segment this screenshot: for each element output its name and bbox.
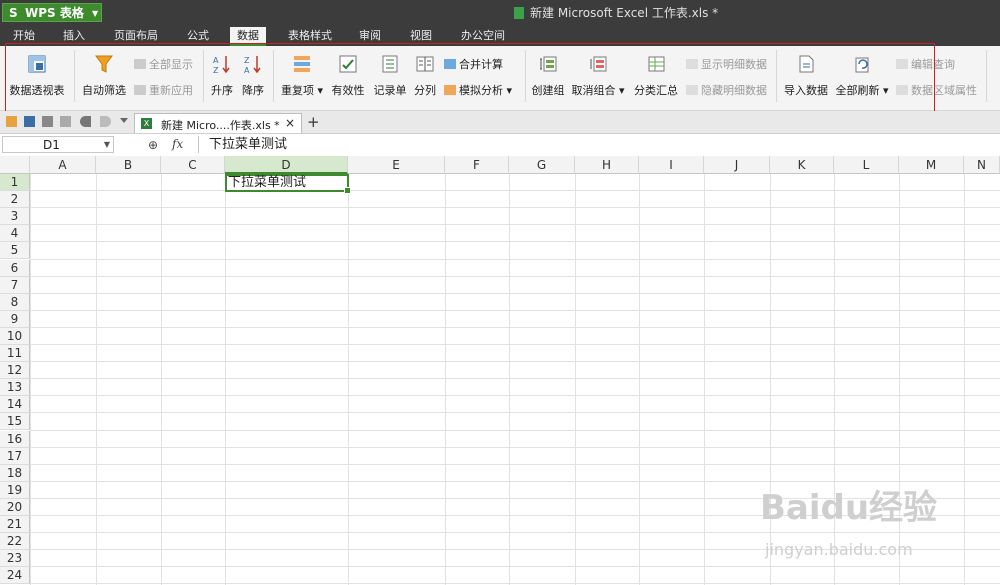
column-header[interactable]: M <box>899 156 964 174</box>
redo-icon[interactable] <box>100 116 111 127</box>
print-preview-icon[interactable] <box>60 116 71 127</box>
row-header[interactable]: 1 <box>0 174 30 191</box>
row-gridline <box>30 532 1000 534</box>
row-header[interactable]: 15 <box>0 413 30 431</box>
row-gridline <box>30 292 1000 294</box>
column-gridline <box>348 174 349 585</box>
column-gridline <box>96 174 97 585</box>
active-cell-d1[interactable]: 下拉菜单测试 <box>225 174 351 194</box>
row-gridline <box>30 446 1000 448</box>
column-header[interactable]: N <box>964 156 1000 174</box>
column-gridline <box>509 174 510 585</box>
column-header[interactable]: C <box>161 156 225 174</box>
column-gridline <box>225 174 226 585</box>
column-gridline <box>445 174 446 585</box>
undo-icon[interactable] <box>80 116 91 127</box>
row-header[interactable]: 17 <box>0 447 30 465</box>
row-header[interactable]: 11 <box>0 345 30 362</box>
row-gridline <box>30 207 1000 209</box>
row-gridline <box>30 412 1000 414</box>
row-header[interactable]: 16 <box>0 430 30 448</box>
row-header[interactable]: 13 <box>0 379 30 397</box>
row-header[interactable]: 21 <box>0 516 30 533</box>
zoom-search-icon[interactable]: ⊕ <box>148 138 158 152</box>
row-gridline <box>30 224 1000 226</box>
row-header[interactable]: 24 <box>0 567 30 585</box>
row-header[interactable]: 5 <box>0 242 30 260</box>
row-gridline <box>30 429 1000 431</box>
column-header[interactable]: A <box>30 156 96 174</box>
column-header[interactable]: J <box>704 156 770 174</box>
save-icon[interactable] <box>24 116 35 127</box>
column-header[interactable]: L <box>834 156 899 174</box>
document-tab[interactable]: X 新建 Micro....作表.xls * × <box>134 113 302 133</box>
column-header[interactable]: K <box>770 156 834 174</box>
row-header[interactable]: 22 <box>0 533 30 551</box>
name-box[interactable]: D1 ▼ <box>2 136 114 153</box>
row-header[interactable]: 8 <box>0 293 30 311</box>
column-gridline <box>161 174 162 585</box>
row-header[interactable]: 9 <box>0 310 30 328</box>
row-header[interactable]: 7 <box>0 276 30 294</box>
row-gridline <box>30 326 1000 328</box>
row-gridline <box>30 275 1000 277</box>
document-tab-label: 新建 Micro....作表.xls * <box>161 119 280 132</box>
app-name: WPS 表格 <box>25 6 84 20</box>
customize-toolbar-icon[interactable] <box>120 118 128 123</box>
column-gridline <box>704 174 705 585</box>
column-header[interactable]: G <box>509 156 575 174</box>
column-header[interactable]: B <box>96 156 161 174</box>
row-gridline <box>30 361 1000 363</box>
wps-logo-icon: S <box>9 6 18 20</box>
column-gridline <box>639 174 640 585</box>
open-folder-icon[interactable] <box>6 116 17 127</box>
app-menu-button[interactable]: S WPS 表格 ▼ <box>2 3 102 22</box>
row-gridline <box>30 395 1000 397</box>
row-header[interactable]: 4 <box>0 225 30 243</box>
excel-file-icon: X <box>141 118 152 129</box>
insert-function-icon[interactable]: fx <box>172 137 183 151</box>
fill-handle[interactable] <box>344 187 351 194</box>
row-header[interactable]: 2 <box>0 191 30 209</box>
title-bar <box>0 0 1000 24</box>
row-header[interactable]: 19 <box>0 481 30 499</box>
column-header[interactable]: H <box>575 156 639 174</box>
row-gridline <box>30 566 1000 568</box>
row-header[interactable]: 3 <box>0 208 30 226</box>
formula-input[interactable]: 下拉菜单测试 <box>198 136 1000 153</box>
row-gridline <box>30 344 1000 345</box>
close-icon[interactable]: × <box>285 116 295 130</box>
chevron-down-icon: ▼ <box>92 9 99 18</box>
document-title: 新建 Microsoft Excel 工作表.xls * <box>514 4 718 21</box>
select-all-corner[interactable] <box>0 156 30 174</box>
column-gridline <box>575 174 576 585</box>
column-header[interactable]: F <box>445 156 509 174</box>
row-header[interactable]: 6 <box>0 259 30 277</box>
column-gridline <box>30 174 31 585</box>
row-gridline <box>30 309 1000 311</box>
column-header-selected[interactable]: D <box>225 156 348 174</box>
row-gridline <box>30 258 1000 260</box>
column-header[interactable]: E <box>348 156 445 174</box>
document-icon <box>514 7 524 19</box>
row-header[interactable]: 10 <box>0 327 30 345</box>
row-header[interactable]: 14 <box>0 396 30 414</box>
new-tab-button[interactable]: + <box>307 113 320 131</box>
print-icon[interactable] <box>42 116 53 127</box>
column-gridline <box>964 174 965 585</box>
row-gridline <box>30 583 1000 585</box>
row-header[interactable]: 18 <box>0 464 30 482</box>
row-header[interactable]: 12 <box>0 362 30 380</box>
row-header[interactable]: 23 <box>0 550 30 568</box>
column-header[interactable]: I <box>639 156 704 174</box>
row-gridline <box>30 463 1000 465</box>
chevron-down-icon[interactable]: ▼ <box>104 137 110 153</box>
row-gridline <box>30 378 1000 380</box>
row-gridline <box>30 190 1000 192</box>
row-gridline <box>30 241 1000 243</box>
row-header[interactable]: 20 <box>0 498 30 516</box>
watermark-url: jingyan.baidu.com <box>765 540 913 559</box>
watermark-brand: Baidu经验 <box>760 488 938 528</box>
